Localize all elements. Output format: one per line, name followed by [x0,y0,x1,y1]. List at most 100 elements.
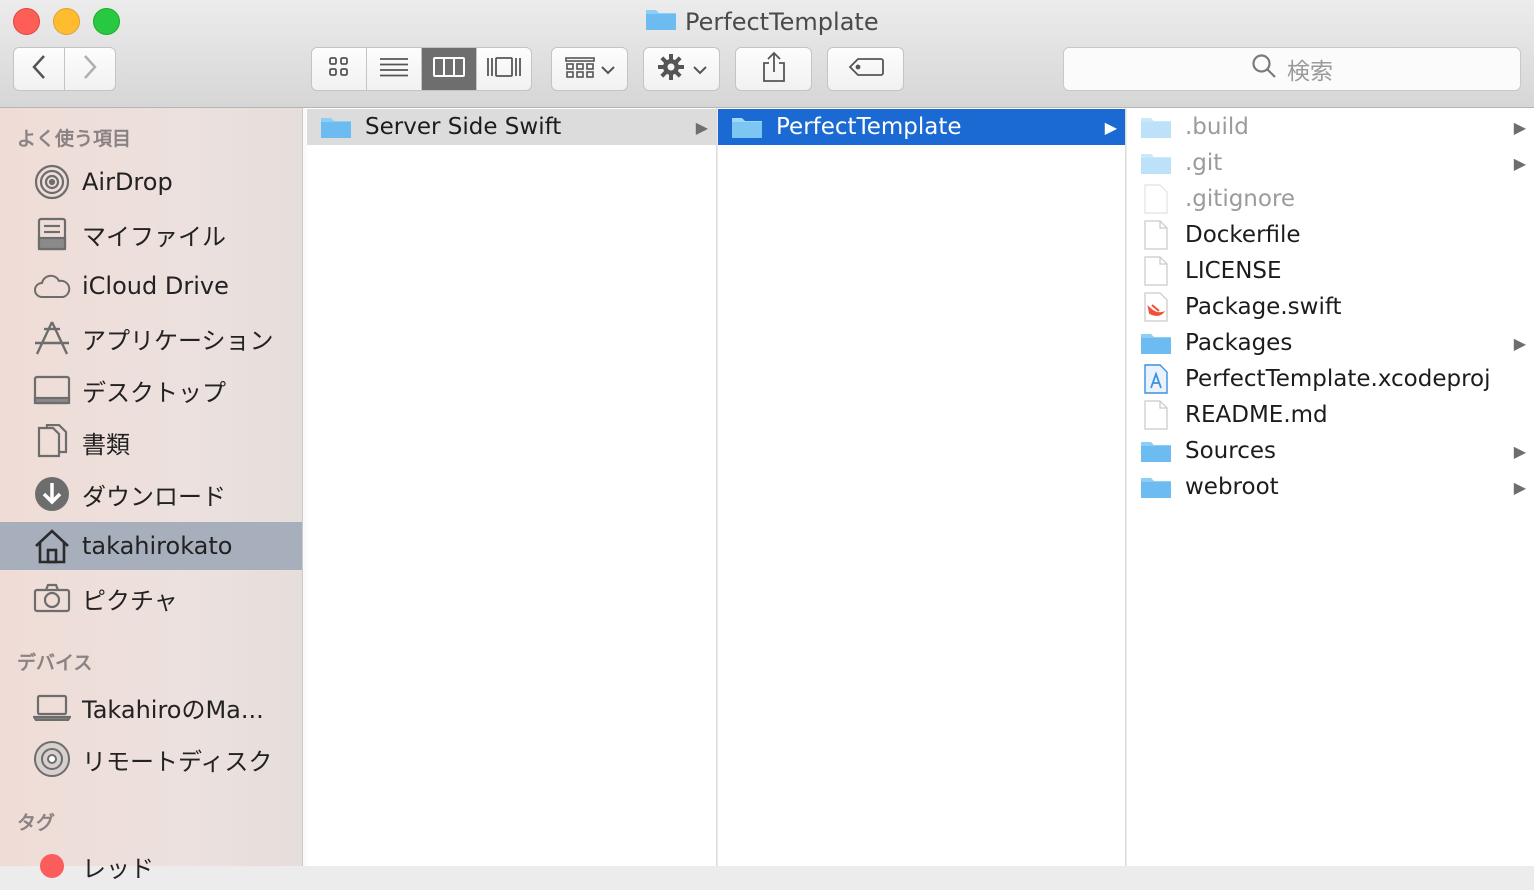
list-item[interactable]: LICENSE [1127,253,1534,289]
desktop-icon [32,370,72,410]
cloud-icon [32,266,72,306]
folder-icon [1139,328,1173,358]
item-name: Dockerfile [1185,222,1301,248]
sidebar-item-label: iCloud Drive [82,272,229,300]
sidebar-item-desktop[interactable]: デスクトップ [0,366,302,414]
tags-header: タグ [17,812,56,834]
list-item[interactable]: PerfectTemplate ▶ [718,109,1125,145]
arrange-button[interactable] [551,47,628,91]
devices-header: デバイス [17,652,93,674]
forward-button[interactable] [64,47,116,91]
file-icon [1139,400,1173,430]
folder-icon [1139,472,1173,502]
documents-icon [32,422,72,462]
sidebar-item-label: AirDrop [82,168,173,196]
item-name: webroot [1185,474,1279,500]
applications-icon [32,318,72,358]
window-title: PerfectTemplate [645,4,879,40]
window-title-text: PerfectTemplate [685,8,879,36]
browser-column-3: .build ▶ .git ▶ .gitignore Dockerfile LI… [1127,108,1534,866]
list-item[interactable]: README.md [1127,397,1534,433]
sidebar-item-pictures[interactable]: ピクチャ [0,574,302,622]
list-item[interactable]: webroot ▶ [1127,469,1534,505]
item-name: Package.swift [1185,294,1342,320]
sidebar-item-home[interactable]: takahirokato [0,522,302,570]
folder-icon [1139,436,1173,466]
disclosure-arrow-icon: ▶ [695,117,708,137]
item-name: LICENSE [1185,258,1282,284]
sidebar-item-label: takahirokato [82,532,233,560]
disclosure-arrow-icon: ▶ [1513,117,1526,137]
list-item[interactable]: .gitignore [1127,181,1534,217]
folder-icon [1139,148,1173,178]
disclosure-arrow-icon: ▶ [1513,441,1526,461]
arrange-icon [564,55,595,83]
sidebar-item-applications[interactable]: アプリケーション [0,314,302,362]
list-item[interactable]: Packages ▶ [1127,325,1534,361]
home-icon [32,526,72,566]
swift-file-icon [1139,292,1173,322]
list-view-button[interactable] [367,48,422,90]
icon-view-icon [328,56,350,82]
sidebar-item-label: ダウンロード [82,482,226,511]
search-field[interactable]: 検索 [1063,47,1521,91]
toolbar: PerfectTemplate 検索 [0,0,1534,108]
folder-icon [319,112,353,142]
xcodeproj-icon [1139,364,1173,394]
share-icon [761,51,787,87]
action-button[interactable] [643,47,720,91]
close-window-button[interactable] [13,8,40,35]
folder-icon [730,112,764,142]
list-view-icon [379,56,409,82]
item-name: Server Side Swift [365,114,562,140]
sidebar-item-remote-disc[interactable]: リモートディスク [0,735,302,783]
chevron-right-icon [82,54,98,84]
minimize-window-button[interactable] [53,8,80,35]
sidebar-item-airdrop[interactable]: AirDrop [0,158,302,206]
sidebar-item-label: マイファイル [82,222,226,251]
all-files-icon [32,214,72,254]
share-button[interactable] [735,47,812,91]
disclosure-arrow-icon: ▶ [1513,333,1526,353]
folder-icon [645,7,677,37]
column-view-button[interactable] [422,48,477,90]
sidebar: よく使う項目 AirDrop マイファイル iCloud Drive アプリケー… [0,108,303,883]
browser-column-1: Server Side Swift ▶ [307,108,717,866]
list-item[interactable]: PerfectTemplate.xcodeproj [1127,361,1534,397]
list-item[interactable]: .git ▶ [1127,145,1534,181]
list-item[interactable]: Sources ▶ [1127,433,1534,469]
sidebar-item-downloads[interactable]: ダウンロード [0,470,302,518]
sidebar-item-icloud-drive[interactable]: iCloud Drive [0,262,302,310]
sidebar-item-label: ピクチャ [82,586,178,615]
favorites-header: よく使う項目 [17,128,132,150]
gallery-view-button[interactable] [477,48,531,90]
icon-view-button[interactable] [312,48,367,90]
sidebar-item-label: アプリケーション [82,326,274,355]
zoom-window-button[interactable] [93,8,120,35]
back-button[interactable] [13,47,65,91]
list-item[interactable]: Dockerfile [1127,217,1534,253]
sidebar-item-device-mac[interactable]: TakahiroのMa... [0,683,302,731]
list-item[interactable]: Package.swift [1127,289,1534,325]
sidebar-item-tag-red[interactable]: レッド [0,842,302,890]
column-view-icon [433,56,465,82]
sidebar-item-documents[interactable]: 書類 [0,418,302,466]
browser-column-2: PerfectTemplate ▶ [718,108,1126,866]
camera-icon [32,578,72,618]
disc-icon [32,739,72,779]
item-name: Packages [1185,330,1293,356]
sidebar-item-label: 書類 [82,430,130,459]
list-item[interactable]: Server Side Swift ▶ [307,109,716,145]
disclosure-arrow-icon: ▶ [1513,153,1526,173]
airdrop-icon [32,162,72,202]
item-name: README.md [1185,402,1328,428]
sidebar-item-all-files[interactable]: マイファイル [0,210,302,258]
search-icon [1251,53,1277,85]
list-item[interactable]: .build ▶ [1127,109,1534,145]
item-name: PerfectTemplate.xcodeproj [1185,366,1491,392]
download-icon [32,474,72,514]
sidebar-item-label: デスクトップ [82,378,226,407]
disclosure-arrow-icon: ▶ [1513,477,1526,497]
search-placeholder: 検索 [1287,59,1333,85]
tag-button[interactable] [827,47,904,91]
